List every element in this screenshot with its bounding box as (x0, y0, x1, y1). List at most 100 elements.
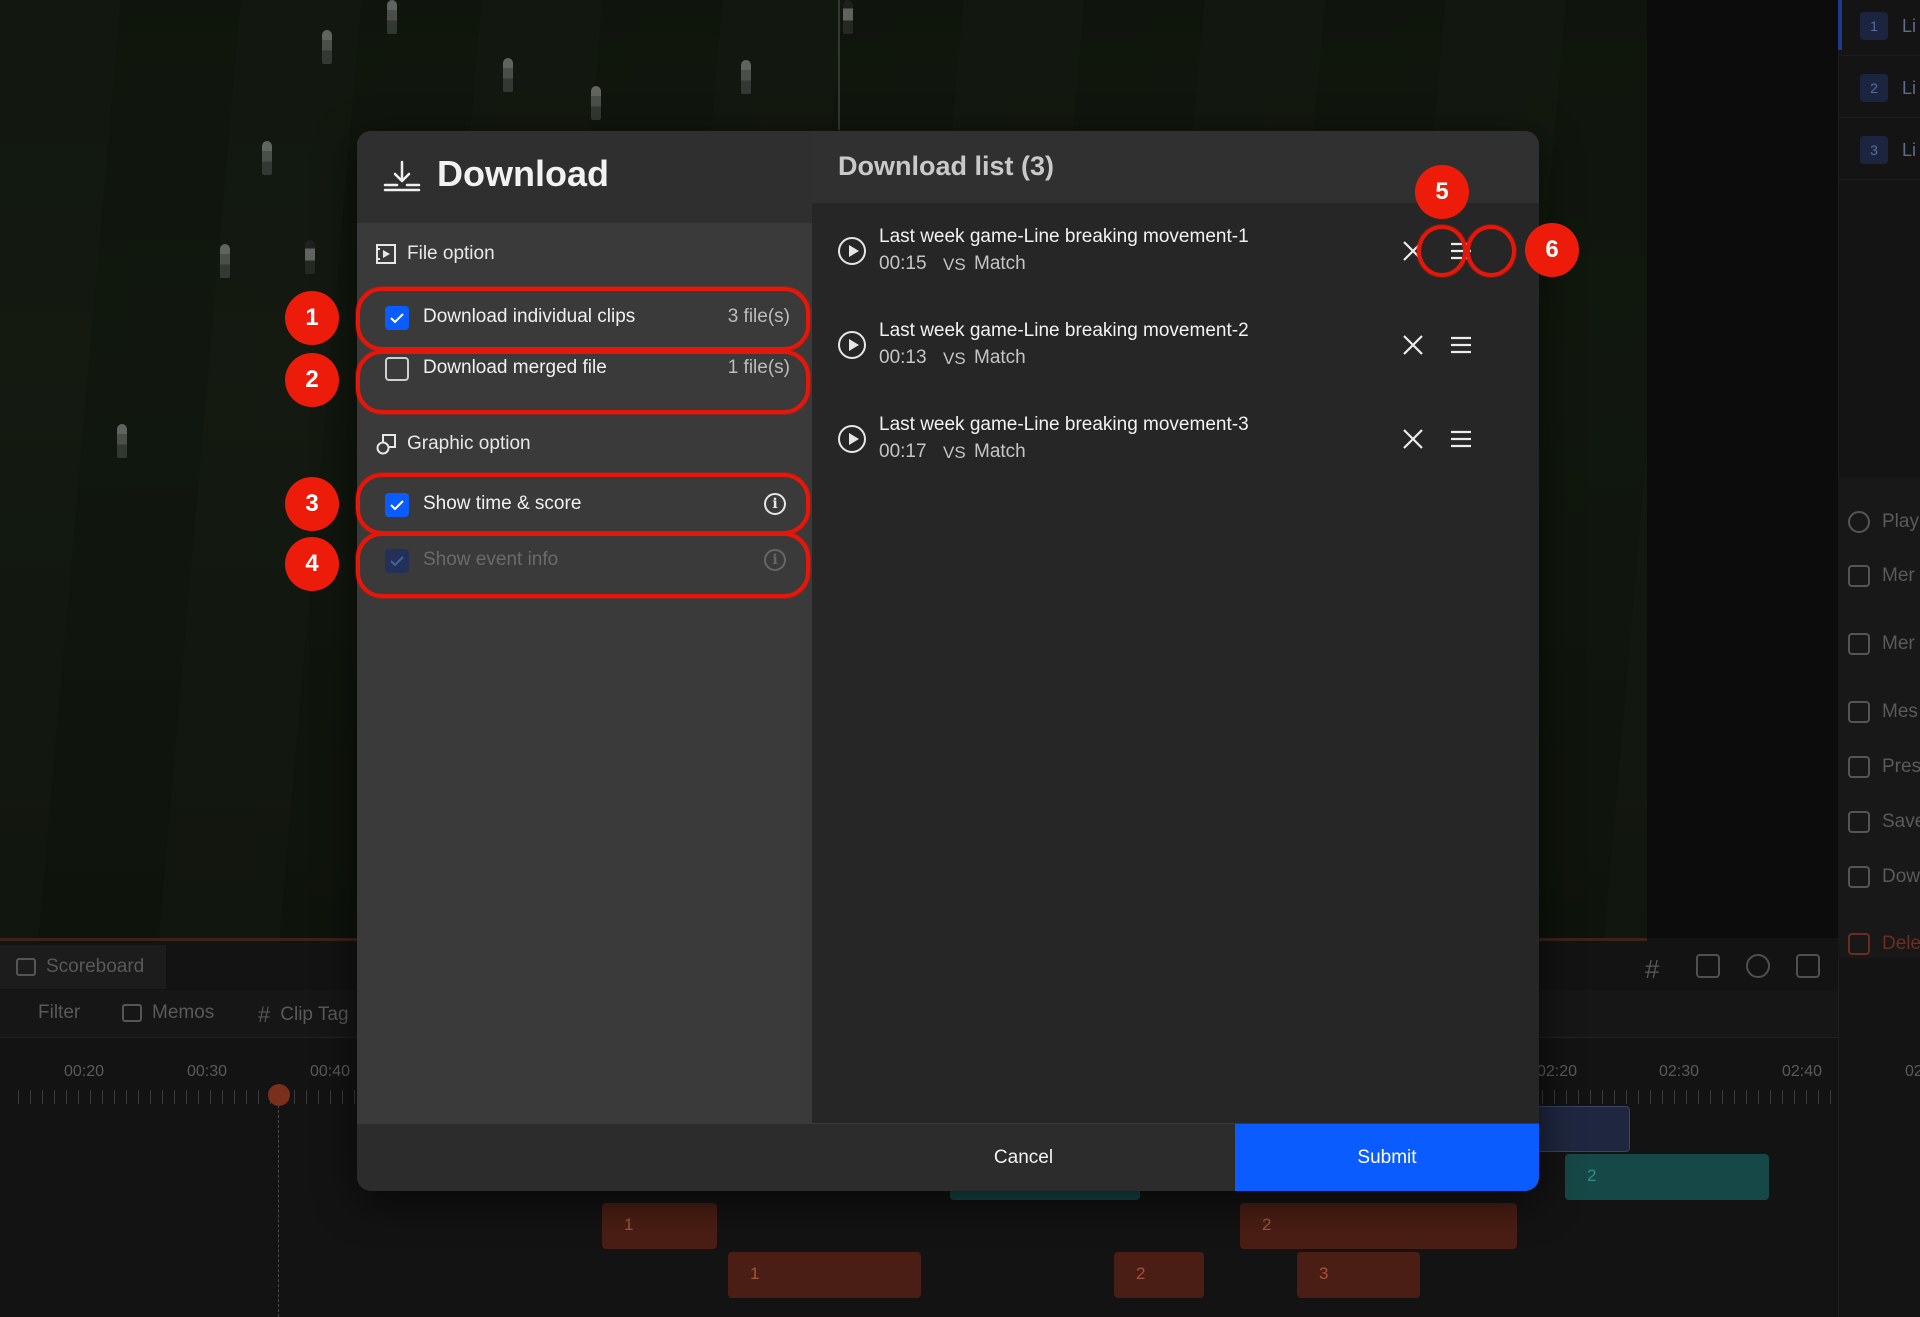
clip-tag-button[interactable]: # Clip Tag (258, 1002, 349, 1028)
time-label: 00:40 (310, 1063, 351, 1080)
rail-list-number: 1 (1860, 12, 1888, 40)
save-icon (1848, 811, 1870, 833)
hash-tool-icon[interactable]: # (1645, 954, 1669, 984)
time-label: 02:40 (1782, 1063, 1823, 1080)
rail-menu-label: Play (1882, 511, 1919, 532)
rail-menu-play[interactable]: Play (1848, 500, 1920, 544)
annotation-badge: 6 (1525, 223, 1579, 277)
rail-list-item[interactable]: 1 Li (1838, 0, 1920, 56)
rail-list-number: 3 (1860, 136, 1888, 164)
drag-handle-icon[interactable] (1448, 333, 1474, 357)
rail-menu-merge[interactable]: Mer (1848, 622, 1920, 666)
list-item: Last week game-Line breaking movement-3 … (812, 391, 1539, 485)
timeline-clip[interactable]: 2 (1240, 1203, 1517, 1249)
graphic-option-heading: Graphic option (375, 433, 531, 455)
section-label: File option (407, 243, 495, 264)
time-label: 02:30 (1659, 1063, 1700, 1080)
dialog-header: Download (357, 131, 812, 223)
rail-list-text: Li (1902, 140, 1917, 160)
download-icon (1848, 866, 1870, 888)
rail-menu-memo[interactable]: Mer (1848, 554, 1920, 598)
tab-scoreboard[interactable]: Scoreboard (0, 945, 166, 989)
rail-menu-label: Dow (1882, 866, 1920, 887)
merge-icon (1848, 633, 1870, 655)
lasso-tool-icon[interactable] (1746, 954, 1770, 978)
close-icon[interactable] (1400, 332, 1426, 358)
tab-label: Scoreboard (46, 956, 145, 977)
annotation-badge: 5 (1415, 165, 1469, 219)
rail-menu-delete[interactable]: Dele (1848, 922, 1920, 966)
video-file-icon (376, 244, 396, 264)
annotation-badge: 4 (285, 537, 339, 591)
clip-opponent: Match (974, 253, 1026, 274)
tab-label: Memos (152, 1002, 215, 1023)
notes-tool-icon[interactable] (1796, 954, 1820, 978)
submit-button[interactable]: Submit (1235, 1124, 1539, 1191)
play-icon[interactable] (838, 425, 866, 453)
rail-menu-save[interactable]: Save (1848, 800, 1920, 844)
filter-button[interactable]: Filter (38, 1002, 80, 1024)
rail-menu-download[interactable]: Dow (1848, 855, 1920, 899)
download-list-title: Download list (3) (838, 151, 1054, 181)
download-icon (383, 160, 421, 192)
tab-label: Filter (38, 1002, 81, 1023)
hash-icon: # (258, 1002, 271, 1027)
cancel-button[interactable]: Cancel (812, 1124, 1235, 1191)
annotation-ring (356, 473, 810, 535)
annotation-ring (356, 350, 810, 414)
rail-menu-label: Mes (1882, 701, 1918, 722)
timeline-clip[interactable]: 1 (602, 1203, 717, 1249)
play-icon (1848, 511, 1870, 533)
clip-duration: 00:17 (879, 441, 927, 462)
play-icon[interactable] (838, 237, 866, 265)
rail-menu-label: Mer (1882, 565, 1915, 586)
rail-list-text: Li (1902, 16, 1917, 36)
rail-menu-present[interactable]: Pres (1848, 745, 1920, 789)
timeline-clip[interactable]: 3 (1297, 1252, 1420, 1298)
vs-label: VS (943, 255, 966, 274)
shapes-tool-icon[interactable] (1696, 954, 1720, 978)
dialog-footer: Cancel Submit (357, 1123, 1539, 1191)
playhead-handle[interactable] (268, 1084, 290, 1106)
rail-menu-label: Save (1882, 811, 1920, 832)
time-label: 00:30 (187, 1063, 228, 1080)
clip-opponent: Match (974, 347, 1026, 368)
vs-label: VS (943, 349, 966, 368)
rail-menu-label: Dele (1882, 933, 1920, 954)
annotation-ring (356, 287, 810, 351)
memos-button[interactable]: Memos (122, 1002, 214, 1024)
download-list-panel: Download list (3) Last week game-Line br… (812, 131, 1539, 1123)
clip-opponent: Match (974, 441, 1026, 462)
trash-icon (1848, 933, 1870, 955)
rail-menu-label: Pres (1882, 756, 1920, 777)
play-icon[interactable] (838, 331, 866, 359)
scoreboard-icon (16, 958, 36, 976)
rail-list-text: Li (1902, 78, 1917, 98)
section-label: Graphic option (407, 433, 531, 454)
memo-icon (1848, 565, 1870, 587)
annotation-ring (356, 532, 810, 598)
rail-menu-message[interactable]: Mes (1848, 690, 1920, 734)
present-icon (1848, 756, 1870, 778)
dialog-title: Download (437, 153, 609, 194)
timeline-clip[interactable]: 2 (1114, 1252, 1204, 1298)
clip-name: Last week game-Line breaking movement-2 (879, 320, 1249, 341)
timeline-clip[interactable] (1530, 1106, 1630, 1152)
rail-list-item[interactable]: 3 Li (1838, 124, 1920, 180)
rail-menu-label: Mer (1882, 633, 1915, 654)
file-option-heading: File option (375, 243, 495, 265)
rail-list-number: 2 (1860, 74, 1888, 102)
clip-duration: 00:15 (879, 253, 927, 274)
options-panel: Download File option Download individual… (357, 131, 812, 1123)
annotation-badge: 3 (285, 477, 339, 531)
time-label: 00:20 (64, 1063, 105, 1080)
close-icon[interactable] (1400, 426, 1426, 452)
rail-list-item[interactable]: 2 Li (1838, 62, 1920, 118)
annotation-badge: 2 (285, 353, 339, 407)
timeline-clip[interactable]: 2 (1565, 1154, 1769, 1200)
annotation-ring (1466, 225, 1516, 277)
playhead-line (278, 1095, 279, 1317)
drag-handle-icon[interactable] (1448, 427, 1474, 451)
timeline-clip[interactable]: 1 (728, 1252, 921, 1298)
annotation-ring (1417, 225, 1467, 277)
